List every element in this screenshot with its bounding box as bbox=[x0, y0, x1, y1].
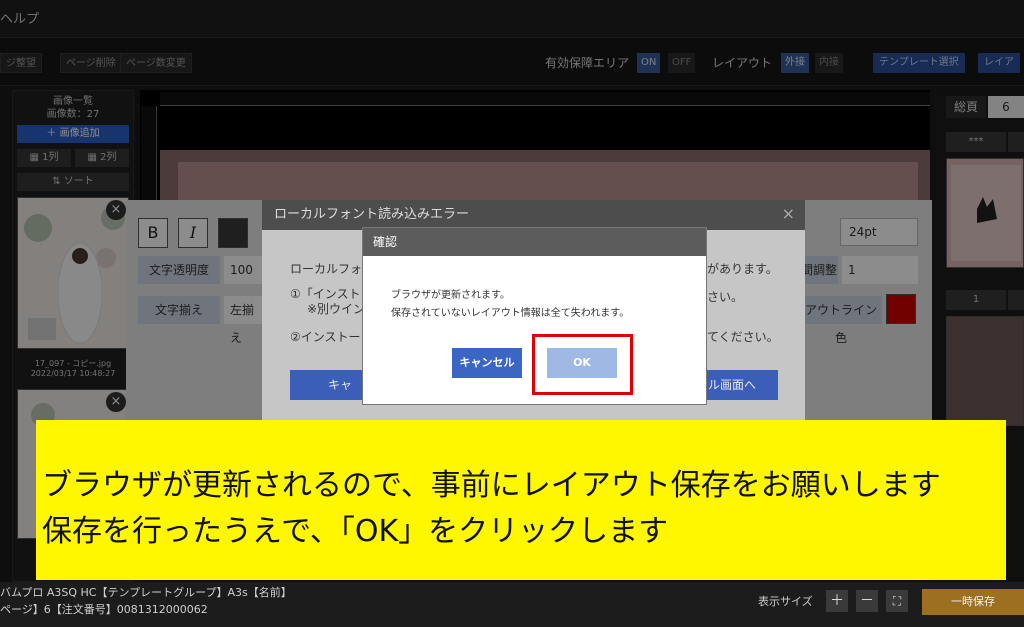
instruction-caption: ブラウザが更新されるので、事前にレイアウト保存をお願いします 保存を行ったうえで… bbox=[36, 420, 1006, 580]
zoom-in-button[interactable]: ＋ bbox=[826, 590, 848, 612]
error-line-2-end: さい。 bbox=[707, 290, 744, 304]
confirm-dialog-title: 確認 bbox=[363, 228, 706, 256]
temporary-save-button[interactable]: 一時保存 bbox=[922, 589, 1024, 615]
error-line-1: ローカルフォ bbox=[290, 262, 363, 276]
cancel-button[interactable]: キャンセル bbox=[452, 348, 522, 378]
zoom-out-button[interactable]: － bbox=[856, 590, 878, 612]
caption-line-2: 保存を行ったうえで、「OK」をクリックします bbox=[42, 514, 669, 549]
display-size-label: 表示サイズ bbox=[758, 595, 813, 608]
confirm-message-2: 保存されていないレイアウト情報は全て失われます。 bbox=[391, 308, 630, 319]
fit-screen-icon[interactable]: ⛶ bbox=[886, 590, 908, 612]
font-error-dialog-title: ローカルフォント読み込みエラー bbox=[262, 200, 805, 230]
error-line-3: ※別ウイン bbox=[307, 302, 366, 316]
ok-highlight-box bbox=[532, 334, 633, 395]
caption-line-1: ブラウザが更新されるので、事前にレイアウト保存をお願いします bbox=[42, 468, 941, 503]
close-icon[interactable]: × bbox=[782, 204, 795, 223]
error-line-4: ②インストー bbox=[290, 330, 361, 344]
error-line-1-end: があります。 bbox=[707, 262, 778, 276]
error-line-4-end: てください。 bbox=[707, 330, 779, 344]
order-info: ページ】6【注文番号】0081312000062 bbox=[0, 603, 208, 616]
bottom-status-bar: バムプロ A3SQ HC【テンプレートグループ】A3s【名前】 ページ】6【注文… bbox=[0, 582, 1024, 627]
album-info: バムプロ A3SQ HC【テンプレートグループ】A3s【名前】 bbox=[0, 586, 292, 599]
confirm-message-1: ブラウザが更新されます。 bbox=[391, 290, 510, 301]
